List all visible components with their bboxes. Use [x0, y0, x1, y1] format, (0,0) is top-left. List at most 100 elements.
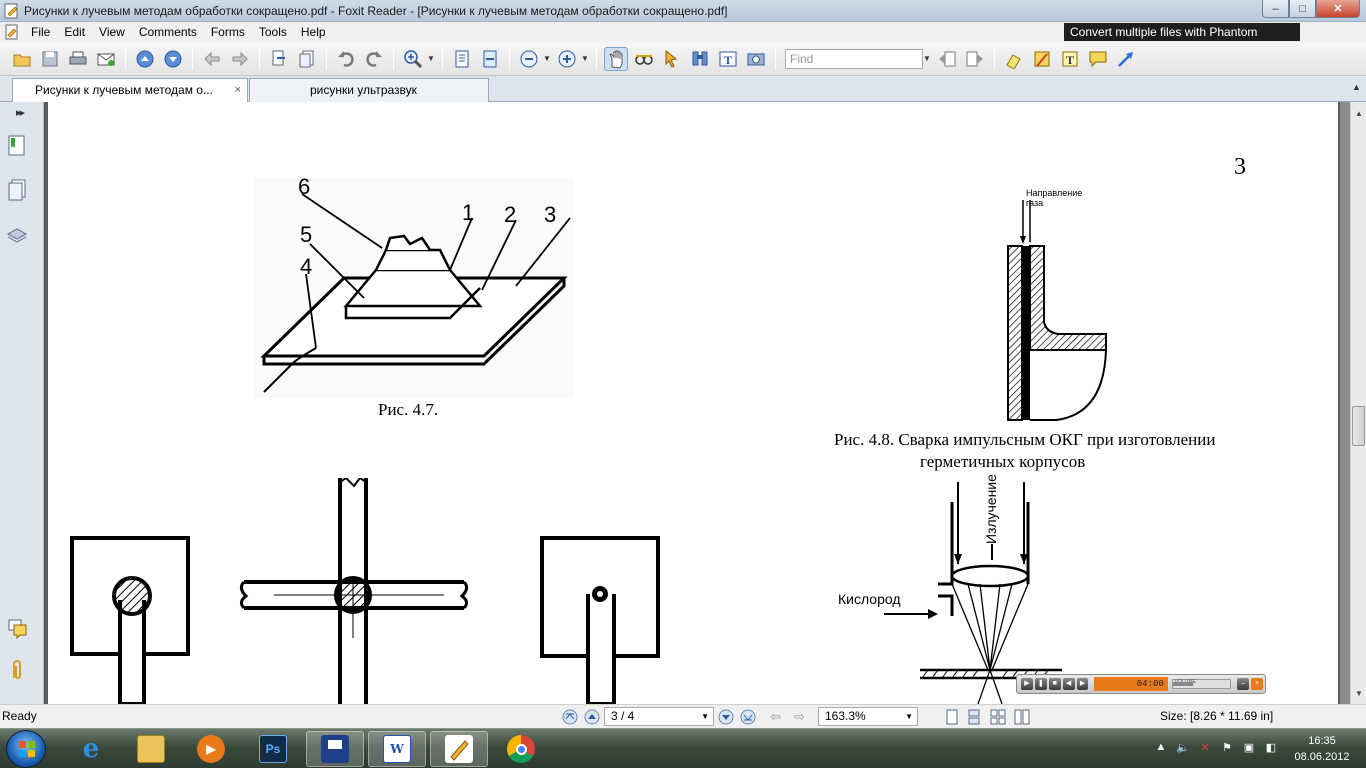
typewriter-icon[interactable]: T: [716, 47, 740, 71]
snapshot-icon[interactable]: [744, 47, 768, 71]
zoom-out-dropdown-arrow[interactable]: ▼: [543, 54, 551, 63]
play-icon[interactable]: ▶: [1021, 678, 1033, 690]
zoom-plus-icon[interactable]: [555, 47, 579, 71]
volume-icon[interactable]: 🔈: [1175, 741, 1191, 757]
open-icon[interactable]: [10, 47, 34, 71]
next-find-icon[interactable]: [963, 47, 987, 71]
restore-button[interactable]: □: [1289, 0, 1316, 18]
print-icon[interactable]: [66, 47, 90, 71]
prev-page-status-icon[interactable]: [584, 709, 600, 725]
layers-icon[interactable]: [6, 222, 28, 246]
redo-icon[interactable]: [362, 47, 386, 71]
zoom-level-input[interactable]: 163.3% ▼: [818, 707, 918, 726]
tab-document-2[interactable]: рисунки ультразвук: [249, 78, 489, 102]
zoom-dropdown-arrow[interactable]: ▼: [427, 54, 435, 63]
taskbar-word[interactable]: W: [368, 731, 426, 767]
back-status-icon[interactable]: ⇦: [770, 709, 786, 725]
find-icon[interactable]: [688, 47, 712, 71]
pages-icon[interactable]: [6, 178, 28, 202]
prev-page-icon[interactable]: [133, 47, 157, 71]
single-page-view-icon[interactable]: [944, 709, 960, 725]
previous-track-icon[interactable]: ◀: [1062, 678, 1075, 690]
undo-icon[interactable]: [334, 47, 358, 71]
scroll-down-arrow-icon[interactable]: ▼: [1351, 686, 1366, 702]
taskbar-save-app[interactable]: [306, 731, 364, 767]
menu-forms[interactable]: Forms: [204, 22, 252, 42]
player-close-icon[interactable]: ×: [1251, 678, 1264, 690]
network-icon[interactable]: ✕: [1197, 741, 1213, 757]
menu-file[interactable]: File: [24, 22, 57, 42]
expand-panel-icon[interactable]: ▸▸: [16, 106, 25, 119]
minimize-button[interactable]: –: [1262, 0, 1289, 18]
select-text-icon[interactable]: [632, 47, 656, 71]
continuous-view-icon[interactable]: [966, 709, 982, 725]
menu-tools[interactable]: Tools: [252, 22, 294, 42]
back-icon[interactable]: [200, 47, 224, 71]
stop-icon[interactable]: ■: [1048, 678, 1061, 690]
extract-icon[interactable]: [267, 47, 291, 71]
tab-document-1[interactable]: Рисунки к лучевым методам о... ×: [12, 78, 248, 102]
taskbar-internet-explorer[interactable]: e: [62, 731, 120, 767]
document-icon[interactable]: [4, 24, 20, 40]
note-icon[interactable]: [1030, 47, 1054, 71]
zoom-out-icon[interactable]: [517, 47, 541, 71]
facing-view-icon[interactable]: [990, 709, 1006, 725]
email-icon[interactable]: [94, 47, 118, 71]
phantom-promo-banner[interactable]: Convert multiple files with Phantom: [1064, 23, 1300, 41]
find-input[interactable]: Find: [785, 48, 923, 69]
volume-slider[interactable]: VOLUME: [1171, 679, 1232, 689]
media-player-widget[interactable]: ▶ ❚ ■ ◀ ▶ 04:00 VOLUME – ×: [1016, 674, 1266, 694]
first-page-icon[interactable]: [562, 709, 578, 725]
textbox-icon[interactable]: T: [1058, 47, 1082, 71]
taskbar-photoshop[interactable]: Ps: [244, 731, 302, 767]
menu-edit[interactable]: Edit: [57, 22, 92, 42]
start-button[interactable]: [6, 730, 46, 768]
save-icon[interactable]: [38, 47, 62, 71]
scroll-up-icon[interactable]: ▲: [1352, 82, 1361, 92]
vertical-scrollbar[interactable]: ▲ ▼: [1350, 102, 1366, 704]
highlight-icon[interactable]: [1002, 47, 1026, 71]
taskbar-media-player[interactable]: ▶: [182, 731, 240, 767]
menu-comments[interactable]: Comments: [132, 22, 204, 42]
bookmarks-icon[interactable]: [6, 134, 28, 158]
prev-find-icon[interactable]: [935, 47, 959, 71]
fit-page-icon[interactable]: [450, 47, 474, 71]
player-minimize-icon[interactable]: –: [1237, 678, 1250, 690]
insert-icon[interactable]: [295, 47, 319, 71]
tray-expand-icon[interactable]: ▲: [1153, 741, 1169, 757]
keyboard-icon[interactable]: ▣: [1241, 741, 1257, 757]
language-icon[interactable]: ◧: [1263, 741, 1279, 757]
comments-panel-icon[interactable]: [6, 616, 28, 640]
action-center-icon[interactable]: ⚑: [1219, 741, 1235, 757]
zoom-in-icon[interactable]: [401, 47, 425, 71]
hand-icon[interactable]: [604, 46, 628, 71]
page-number-input[interactable]: 3 / 4 ▼: [604, 707, 714, 726]
two-page-view-icon[interactable]: [1014, 709, 1030, 725]
taskbar-foxit-reader[interactable]: [430, 731, 488, 767]
scroll-up-arrow-icon[interactable]: ▲: [1351, 106, 1366, 122]
scrollbar-thumb[interactable]: [1352, 406, 1365, 446]
menu-view[interactable]: View: [92, 22, 132, 42]
last-page-icon[interactable]: [740, 709, 756, 725]
forward-status-icon[interactable]: ⇨: [794, 709, 810, 725]
close-button[interactable]: ✕: [1316, 0, 1360, 18]
next-track-icon[interactable]: ▶: [1076, 678, 1089, 690]
arrow-icon[interactable]: [1114, 47, 1138, 71]
taskbar-file-explorer[interactable]: [122, 731, 180, 767]
select-annotation-icon[interactable]: [660, 47, 684, 71]
comment-icon[interactable]: [1086, 47, 1110, 71]
zoom-plus-dropdown-arrow[interactable]: ▼: [581, 54, 589, 63]
page-dropdown-arrow[interactable]: ▼: [701, 708, 709, 725]
next-page-icon[interactable]: [161, 47, 185, 71]
pause-icon[interactable]: ❚: [1034, 678, 1047, 690]
attachments-icon[interactable]: [6, 658, 28, 682]
zoom-level-dropdown-arrow[interactable]: ▼: [905, 708, 913, 725]
forward-icon[interactable]: [228, 47, 252, 71]
taskbar-chrome[interactable]: [492, 731, 550, 767]
tab-close-icon[interactable]: ×: [235, 79, 241, 101]
find-dropdown-arrow[interactable]: ▼: [923, 54, 931, 63]
menu-help[interactable]: Help: [294, 22, 333, 42]
taskbar-clock[interactable]: 16:35 08.06.2012: [1290, 733, 1354, 765]
next-page-status-icon[interactable]: [718, 709, 734, 725]
document-viewport[interactable]: 3 6 1 2 3 5 4 Рис. 4.7. Направление газа…: [44, 102, 1350, 704]
